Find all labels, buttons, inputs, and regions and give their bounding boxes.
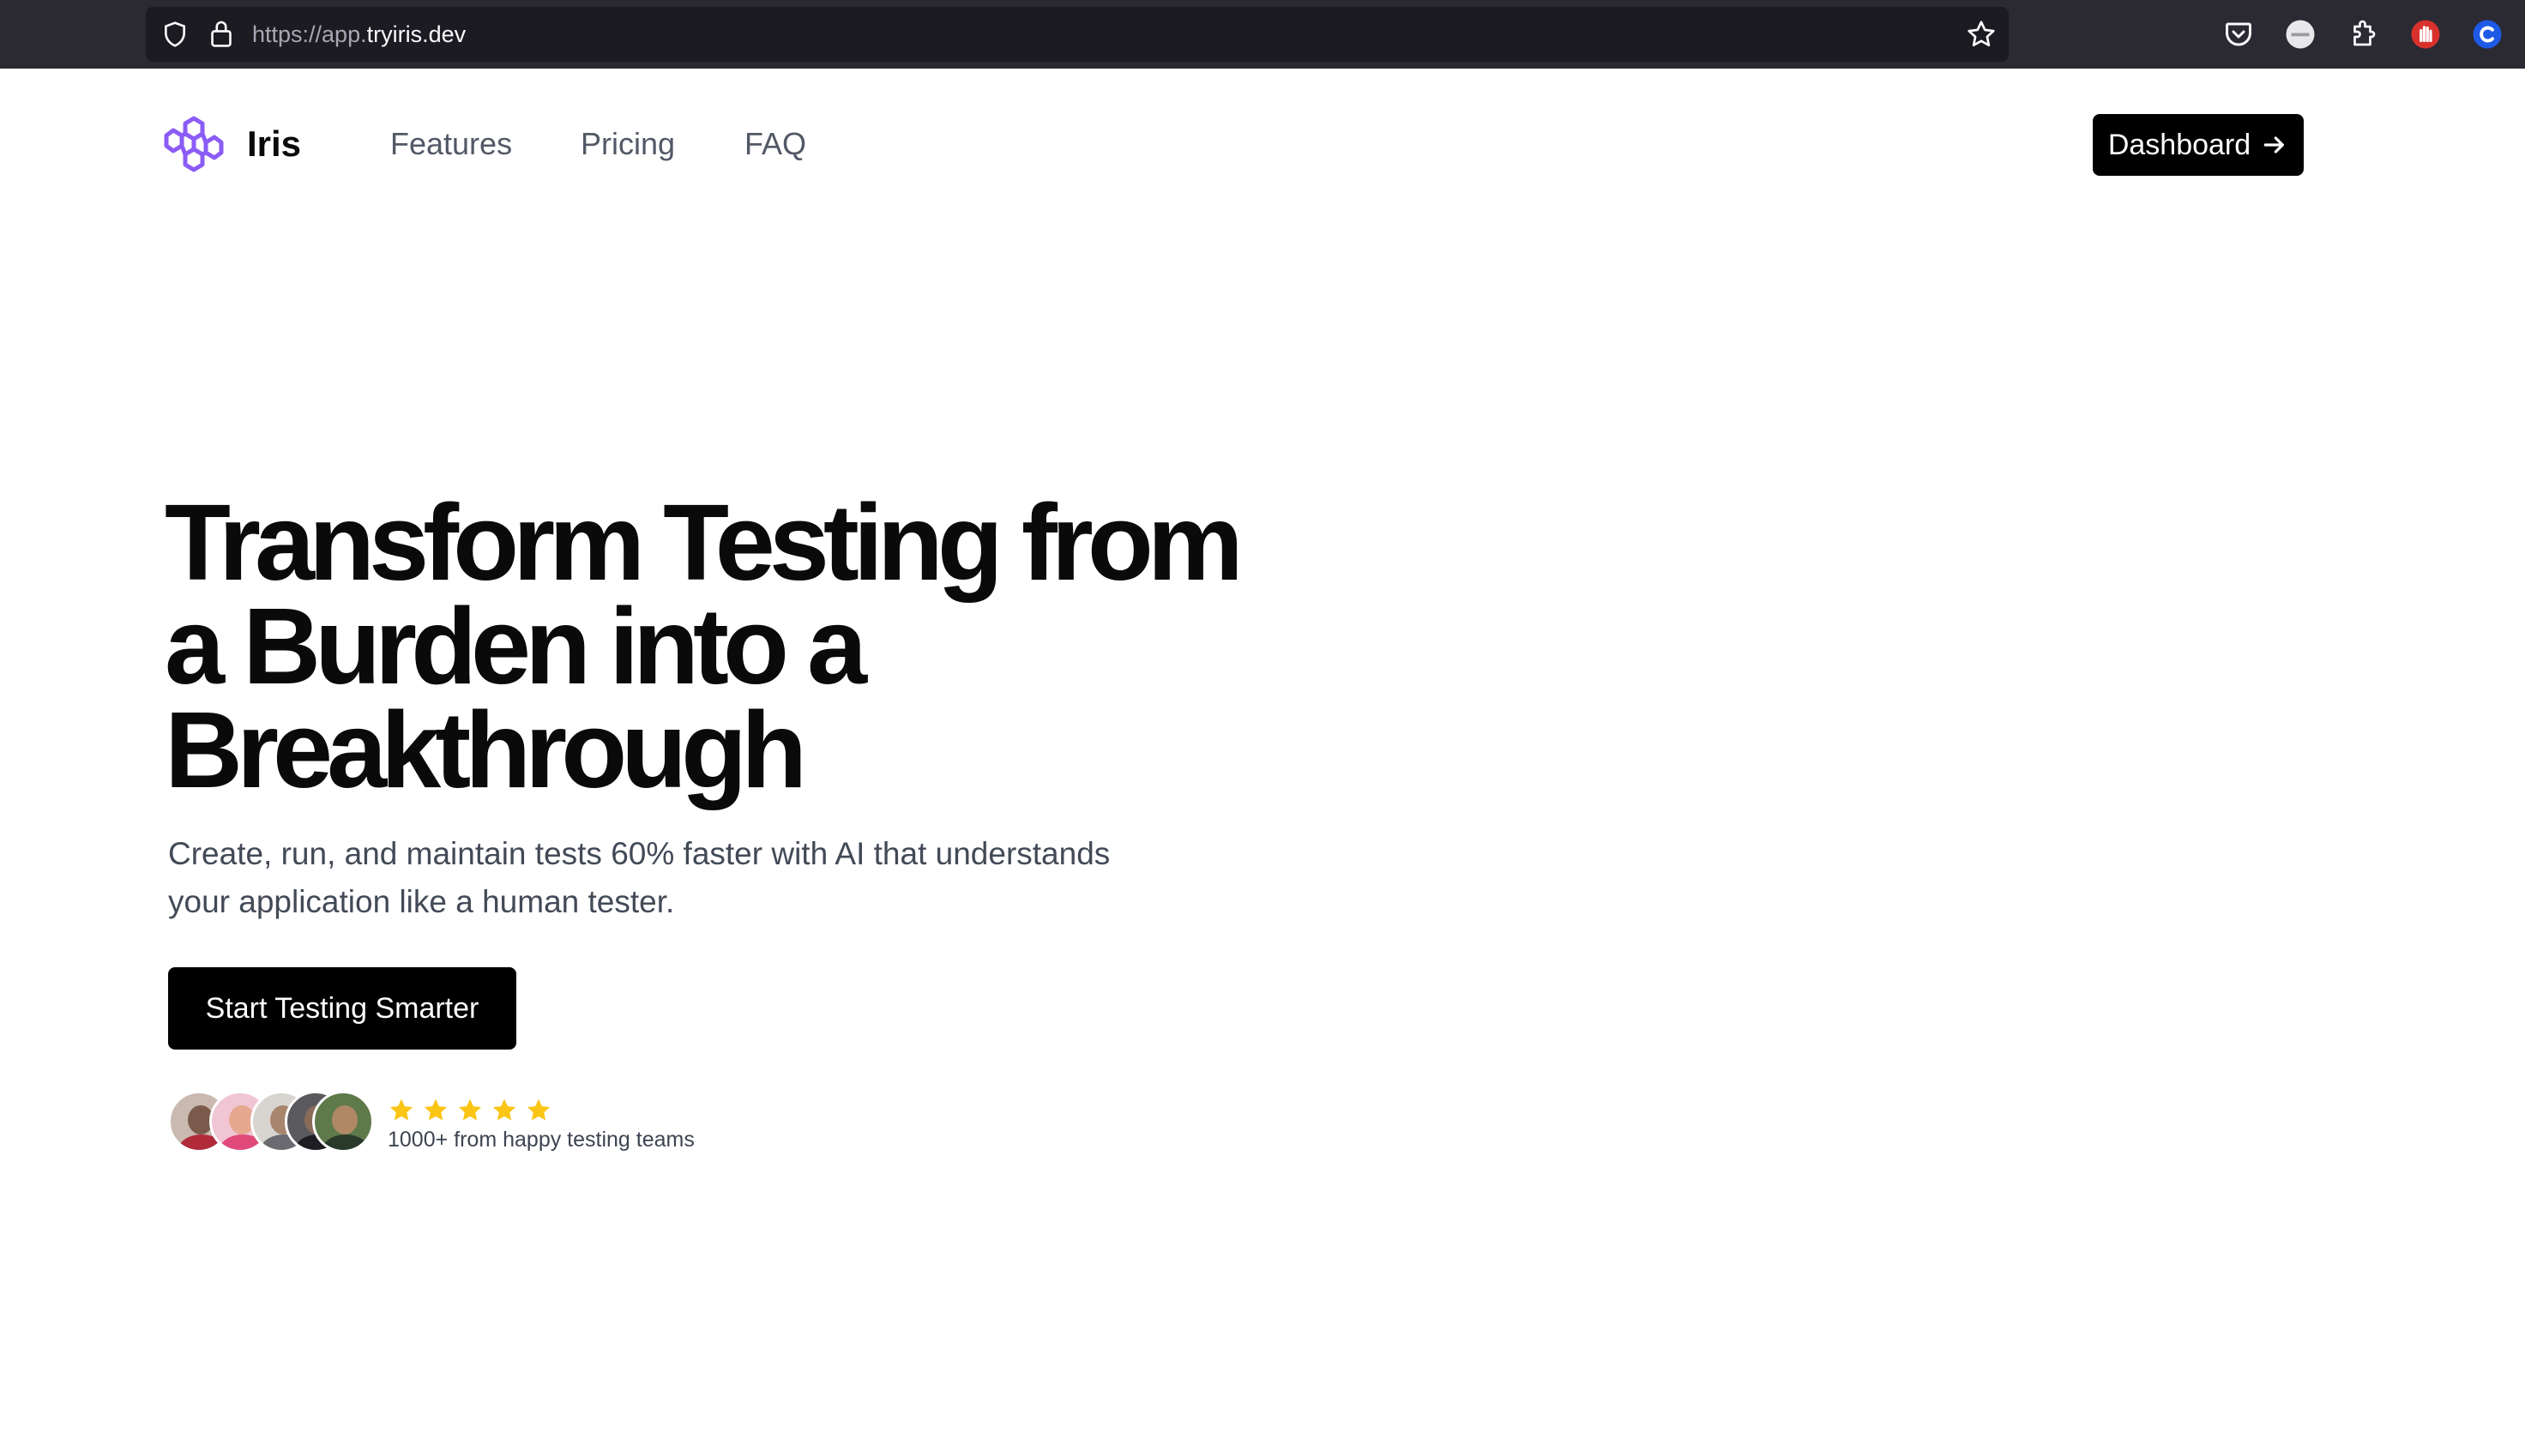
hero-subtitle: Create, run, and maintain tests 60% fast… bbox=[168, 830, 1214, 926]
blue-c-extension-icon[interactable] bbox=[2472, 19, 2503, 50]
hero-title: Transform Testing from a Burden into a B… bbox=[165, 482, 1280, 810]
star-icon bbox=[389, 1098, 413, 1121]
dashboard-button[interactable]: Dashboard bbox=[2093, 114, 2304, 176]
arrow-right-icon bbox=[2263, 136, 2285, 153]
puzzle-extensions-icon[interactable] bbox=[2348, 19, 2379, 50]
brand-name[interactable]: Iris bbox=[247, 122, 301, 166]
hero-title-line-3: Breakthrough bbox=[165, 689, 807, 810]
start-testing-button[interactable]: Start Testing Smarter bbox=[168, 967, 516, 1050]
red-hand-extension-icon[interactable] bbox=[2410, 19, 2441, 50]
nav-link-features[interactable]: Features bbox=[390, 122, 512, 166]
url-scheme: https://app. bbox=[252, 21, 367, 47]
shield-icon[interactable] bbox=[161, 21, 189, 48]
star-icon bbox=[458, 1098, 482, 1121]
pocket-icon[interactable] bbox=[2223, 19, 2254, 50]
hero-title-line-2: a Burden into a bbox=[165, 586, 867, 707]
star-icon bbox=[424, 1098, 448, 1121]
browser-toolbar: https://app.tryiris.dev bbox=[0, 0, 2525, 69]
star-icon bbox=[492, 1098, 516, 1121]
grey-circle-extension-icon[interactable] bbox=[2285, 19, 2316, 50]
hero-subtitle-line-2: your application like a human tester. bbox=[168, 884, 675, 919]
iris-logo-icon[interactable] bbox=[163, 113, 225, 175]
rating-text: 1000+ from happy testing teams bbox=[388, 1128, 695, 1152]
url-text[interactable]: https://app.tryiris.dev bbox=[252, 21, 466, 48]
hero-subtitle-line-1: Create, run, and maintain tests 60% fast… bbox=[168, 836, 1111, 871]
address-bar[interactable]: https://app.tryiris.dev bbox=[146, 7, 2009, 62]
avatar bbox=[312, 1091, 374, 1152]
star-icon bbox=[527, 1098, 551, 1121]
url-domain: tryiris.dev bbox=[366, 21, 467, 47]
nav-link-faq[interactable]: FAQ bbox=[744, 122, 806, 166]
dashboard-button-label: Dashboard bbox=[2107, 128, 2251, 161]
nav-link-pricing[interactable]: Pricing bbox=[581, 122, 675, 166]
site-navbar: Iris Features Pricing FAQ Dashboard bbox=[0, 69, 2525, 223]
bookmark-star-icon[interactable] bbox=[1966, 19, 1997, 50]
user-avatars bbox=[168, 1091, 374, 1154]
hero-title-line-1: Transform Testing from bbox=[165, 482, 1244, 603]
rating-stars bbox=[388, 1097, 552, 1124]
lock-icon[interactable] bbox=[208, 19, 235, 48]
